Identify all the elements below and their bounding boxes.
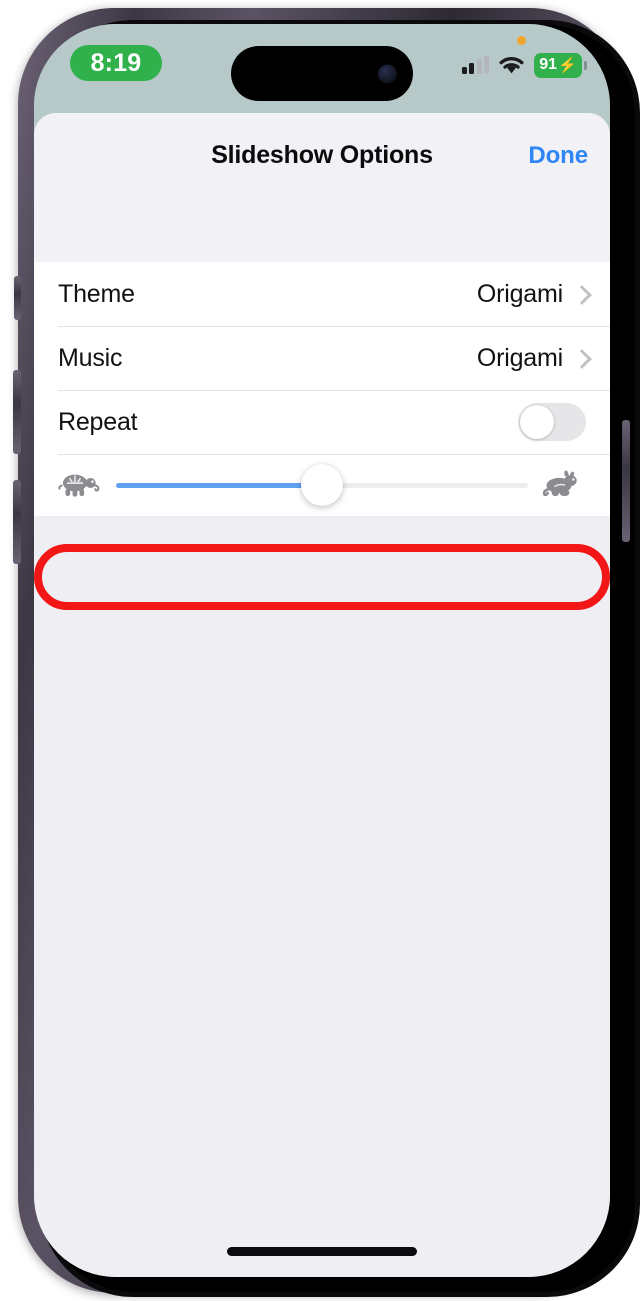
row-music[interactable]: Music Origami <box>34 326 610 390</box>
row-music-accessory: Origami <box>477 344 586 373</box>
status-time-pill: 8:19 <box>70 45 162 81</box>
home-indicator[interactable] <box>227 1247 417 1256</box>
cellular-signal-icon <box>461 56 489 74</box>
volume-up-button[interactable] <box>13 370 21 454</box>
row-theme-accessory: Origami <box>477 280 586 309</box>
chevron-right-icon <box>575 285 586 304</box>
screenshot-stage: 8:19 91 ⚡ Slideshow Options Done Theme O… <box>0 0 642 1301</box>
done-button[interactable]: Done <box>528 142 588 170</box>
row-theme-label: Theme <box>58 279 135 308</box>
volume-down-button[interactable] <box>13 480 21 564</box>
status-bar-right-cluster: 91 ⚡ <box>461 52 587 78</box>
wifi-icon <box>499 57 524 74</box>
sheet-header: Slideshow Options Done <box>34 113 610 262</box>
row-music-value: Origami <box>476 343 563 372</box>
highlight-annotation-box <box>34 544 610 610</box>
slider-knob[interactable] <box>301 464 343 506</box>
rabbit-icon <box>542 470 588 500</box>
tortoise-icon <box>56 472 102 498</box>
dynamic-island[interactable] <box>231 46 413 101</box>
side-power-button[interactable] <box>622 420 630 542</box>
toggle-knob <box>520 405 554 439</box>
options-list: Theme Origami Music Origami Repeat <box>34 262 610 516</box>
front-camera-icon <box>378 64 397 83</box>
mute-switch-button[interactable] <box>14 276 21 320</box>
chevron-right-icon <box>575 349 586 368</box>
row-music-label: Music <box>58 343 123 372</box>
slider-track-fill <box>116 482 322 488</box>
speed-slider-row[interactable] <box>34 454 610 516</box>
row-repeat-accessory <box>518 403 586 441</box>
page-title: Slideshow Options <box>211 141 433 169</box>
battery-icon: 91 ⚡ <box>534 52 587 78</box>
repeat-toggle-switch[interactable] <box>518 403 586 441</box>
microphone-indicator-dot <box>517 36 526 45</box>
row-repeat[interactable]: Repeat <box>34 390 610 454</box>
row-theme[interactable]: Theme Origami <box>34 262 610 326</box>
row-repeat-label: Repeat <box>58 407 138 436</box>
row-theme-value: Origami <box>476 279 563 308</box>
phone-screen: 8:19 91 ⚡ Slideshow Options Done Theme O… <box>34 24 610 1277</box>
slideshow-options-sheet: Slideshow Options Done Theme Origami Mus… <box>34 113 610 1277</box>
charging-bolt-icon: ⚡ <box>558 56 577 74</box>
battery-percent-label: 91 <box>539 56 558 73</box>
status-bar: 8:19 91 ⚡ <box>34 24 610 114</box>
speed-slider[interactable] <box>116 464 528 506</box>
